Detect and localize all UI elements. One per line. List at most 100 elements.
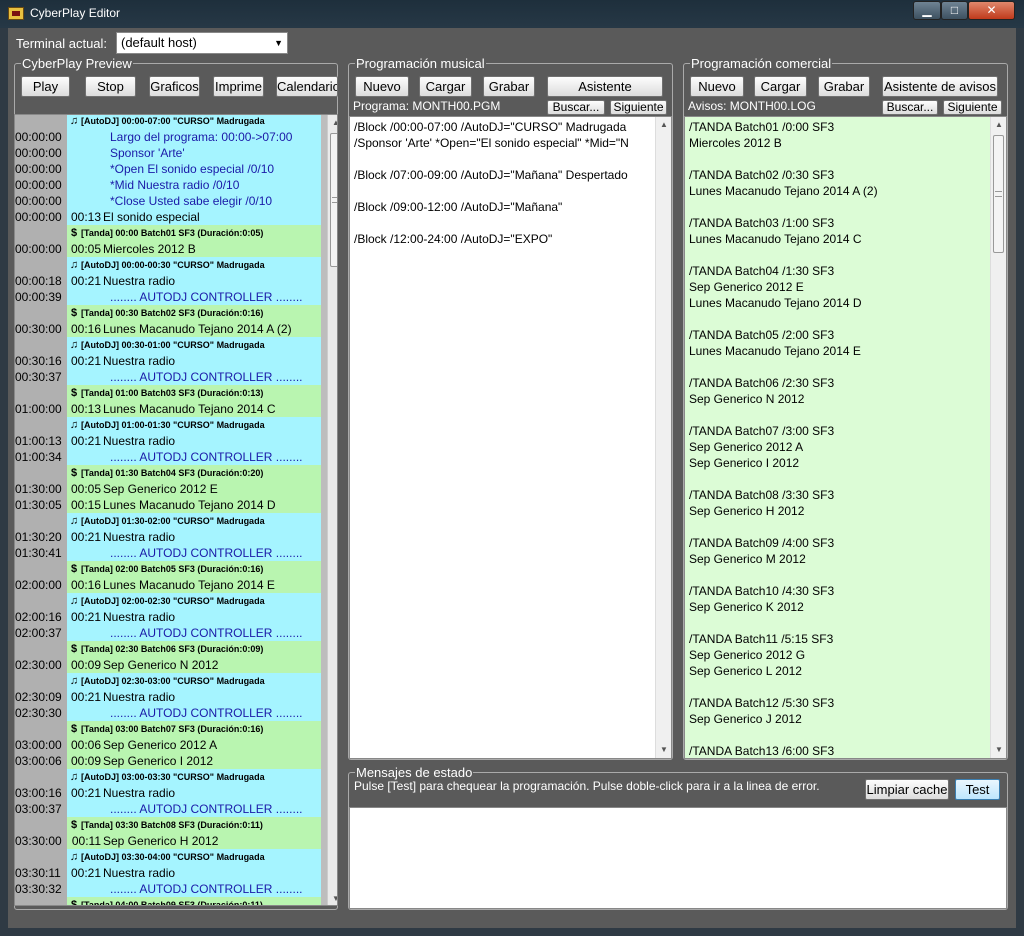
preview-row[interactable]: 03:00:16 00:21 Nuestra radio <box>15 785 321 801</box>
preview-row[interactable]: 02:30:00 00:09 Sep Generico N 2012 <box>15 657 321 673</box>
preview-scrollbar[interactable]: ▲ ▼ <box>327 115 337 905</box>
preview-row[interactable]: 03:30:11 00:21 Nuestra radio <box>15 865 321 881</box>
row-info-text: Largo del programa: 00:00->07:00 <box>110 130 293 144</box>
preview-row[interactable]: 01:00:00 00:13 Lunes Macanudo Tejano 2014 … <box>15 401 321 417</box>
preview-row[interactable]: 01:00:34 ........ AUTODJ CONTROLLER .....… <box>15 449 321 465</box>
comercial-cargar-button[interactable]: Cargar <box>754 76 807 97</box>
preview-block-header[interactable]: $ [Tanda] 03:00 Batch07 SF3 (Duración:0:1… <box>15 721 321 737</box>
row-time: 00:00:00 <box>15 161 67 177</box>
comercial-grabar-button[interactable]: Grabar <box>818 76 870 97</box>
scroll-down-icon[interactable]: ▼ <box>656 742 671 758</box>
musical-editor[interactable]: /Block /00:00-07:00 /AutoDJ="CURSO" Madr… <box>349 116 672 759</box>
preview-row[interactable]: 00:00:18 00:21 Nuestra radio <box>15 273 321 289</box>
comercial-scroll-thumb[interactable] <box>993 135 1004 253</box>
preview-row[interactable]: 03:00:06 00:09 Sep Generico I 2012 <box>15 753 321 769</box>
imprime-button[interactable]: Imprime <box>213 76 264 97</box>
preview-block-header[interactable]: ♫ [AutoDJ] 03:30-04:00 "CURSO" Madrugada <box>15 849 321 865</box>
preview-block-header[interactable]: ♫ [AutoDJ] 00:00-07:00 "CURSO" Madrugada <box>15 115 321 129</box>
row-time: 01:30:05 <box>15 497 67 513</box>
minimize-button[interactable]: ▁ <box>913 1 941 20</box>
preview-block-header[interactable]: $ [Tanda] 03:30 Batch08 SF3 (Duración:0:1… <box>15 817 321 833</box>
musical-scrollbar[interactable]: ▲ ▼ <box>655 117 671 758</box>
preview-row[interactable]: 01:30:41 ........ AUTODJ CONTROLLER .....… <box>15 545 321 561</box>
row-time: 01:00:00 <box>15 401 67 417</box>
preview-row[interactable]: 00:00:00 00:13 El sonido especial <box>15 209 321 225</box>
terminal-select[interactable]: (default host) ▼ <box>116 32 288 54</box>
musical-asistente-button[interactable]: Asistente <box>547 76 663 97</box>
test-button[interactable]: Test <box>955 779 1000 800</box>
preview-row[interactable]: 00:00:00 *Mid Nuestra radio /0/10 <box>15 177 321 193</box>
preview-row[interactable]: 03:30:00 00:11 Sep Generico H 2012 <box>15 833 321 849</box>
preview-row[interactable]: 02:00:16 00:21 Nuestra radio <box>15 609 321 625</box>
preview-row[interactable]: 03:00:00 00:06 Sep Generico 2012 A <box>15 737 321 753</box>
calendario-button[interactable]: Calendario <box>276 76 338 97</box>
preview-row[interactable]: 00:30:37 ........ AUTODJ CONTROLLER .....… <box>15 369 321 385</box>
stop-button[interactable]: Stop <box>85 76 136 97</box>
preview-row[interactable]: 00:30:16 00:21 Nuestra radio <box>15 353 321 369</box>
preview-row[interactable]: 00:00:00 Largo del programa: 00:00->07:00 <box>15 129 321 145</box>
preview-block-header[interactable]: ♫ [AutoDJ] 02:00-02:30 "CURSO" Madrugada <box>15 593 321 609</box>
scroll-down-icon[interactable]: ▼ <box>328 891 337 905</box>
comercial-scrollbar[interactable]: ▲ ▼ <box>990 117 1006 758</box>
preview-list[interactable]: ♫ [AutoDJ] 00:00-07:00 "CURSO" Madrugada 0… <box>14 114 338 906</box>
musical-siguiente-button[interactable]: Siguiente <box>610 100 667 115</box>
preview-row[interactable]: 01:00:13 00:21 Nuestra radio <box>15 433 321 449</box>
preview-block-header[interactable]: ♫ [AutoDJ] 02:30-03:00 "CURSO" Madrugada <box>15 673 321 689</box>
preview-block-header[interactable]: $ [Tanda] 02:30 Batch06 SF3 (Duración:0:0… <box>15 641 321 657</box>
preview-row[interactable]: 03:00:37 ........ AUTODJ CONTROLLER .....… <box>15 801 321 817</box>
close-button[interactable]: ✕ <box>968 1 1015 20</box>
preview-row[interactable]: 00:00:00 *Close Usted sabe elegir /0/10 <box>15 193 321 209</box>
preview-block-header[interactable]: $ [Tanda] 00:30 Batch02 SF3 (Duración:0:1… <box>15 305 321 321</box>
preview-block-header[interactable]: ♫ [AutoDJ] 03:00-03:30 "CURSO" Madrugada <box>15 769 321 785</box>
musical-buscar-button[interactable]: Buscar... <box>547 100 605 115</box>
preview-block-header[interactable]: $ [Tanda] 04:00 Batch09 SF3 (Duración:0:1… <box>15 897 321 906</box>
preview-row[interactable]: 01:30:20 00:21 Nuestra radio <box>15 529 321 545</box>
musical-nuevo-button[interactable]: Nuevo <box>355 76 409 97</box>
preview-block-header[interactable]: ♫ [AutoDJ] 00:00-00:30 "CURSO" Madrugada <box>15 257 321 273</box>
preview-row[interactable]: 01:30:00 00:05 Sep Generico 2012 E <box>15 481 321 497</box>
comercial-siguiente-button[interactable]: Siguiente <box>943 100 1002 115</box>
comercial-nuevo-button[interactable]: Nuevo <box>690 76 744 97</box>
editor-line: /Block /12:00-24:00 /AutoDJ="EXPO" <box>354 232 553 246</box>
scroll-down-icon[interactable]: ▼ <box>991 742 1006 758</box>
preview-block-header[interactable]: ♫ [AutoDJ] 00:30-01:00 "CURSO" Madrugada <box>15 337 321 353</box>
preview-scroll-thumb[interactable] <box>330 133 337 267</box>
row-time <box>15 673 67 689</box>
preview-row[interactable]: 02:30:30 ........ AUTODJ CONTROLLER .....… <box>15 705 321 721</box>
preview-row[interactable]: 03:30:32 ........ AUTODJ CONTROLLER .....… <box>15 881 321 897</box>
preview-row[interactable]: 02:00:00 00:16 Lunes Macanudo Tejano 2014 … <box>15 577 321 593</box>
graficos-button[interactable]: Graficos <box>149 76 200 97</box>
scroll-up-icon[interactable]: ▲ <box>656 117 671 133</box>
preview-row[interactable]: 02:30:09 00:21 Nuestra radio <box>15 689 321 705</box>
row-body: 00:09 Sep Generico N 2012 <box>67 657 321 673</box>
preview-row[interactable]: 00:00:00 Sponsor 'Arte' <box>15 145 321 161</box>
musical-grabar-button[interactable]: Grabar <box>483 76 535 97</box>
maximize-button[interactable]: □ <box>941 1 968 20</box>
preview-row[interactable]: 02:00:37 ........ AUTODJ CONTROLLER .....… <box>15 625 321 641</box>
musical-cargar-button[interactable]: Cargar <box>419 76 472 97</box>
preview-row[interactable]: 01:30:05 00:15 Lunes Macanudo Tejano 2014 … <box>15 497 321 513</box>
scroll-up-icon[interactable]: ▲ <box>991 117 1006 133</box>
preview-block-header[interactable]: $ [Tanda] 02:00 Batch05 SF3 (Duración:0:1… <box>15 561 321 577</box>
comercial-buscar-button[interactable]: Buscar... <box>882 100 938 115</box>
preview-block-header[interactable]: ♫ [AutoDJ] 01:00-01:30 "CURSO" Madrugada <box>15 417 321 433</box>
preview-block-header[interactable]: $ [Tanda] 00:00 Batch01 SF3 (Duración:0:0… <box>15 225 321 241</box>
row-duration: 00:21 <box>70 866 101 880</box>
row-time: 00:00:00 <box>15 129 67 145</box>
play-button[interactable]: Play <box>21 76 70 97</box>
limpiar-cache-button[interactable]: Limpiar cache <box>865 779 949 800</box>
preview-block-header[interactable]: $ [Tanda] 01:00 Batch03 SF3 (Duración:0:1… <box>15 385 321 401</box>
status-messages[interactable] <box>349 807 1007 909</box>
comercial-editor[interactable]: /TANDA Batch01 /0:00 SF3 Miercoles 2012 B… <box>684 116 1007 759</box>
row-header-text: [Tanda] 04:00 Batch09 SF3 (Duración:0:11… <box>81 900 263 906</box>
preview-row[interactable]: 00:00:39 ........ AUTODJ CONTROLLER .....… <box>15 289 321 305</box>
preview-block-header[interactable]: $ [Tanda] 01:30 Batch04 SF3 (Duración:0:2… <box>15 465 321 481</box>
scroll-up-icon[interactable]: ▲ <box>328 115 337 131</box>
preview-row[interactable]: 00:00:00 *Open El sonido especial /0/10 <box>15 161 321 177</box>
asistente-avisos-button[interactable]: Asistente de avisos <box>882 76 998 97</box>
preview-row[interactable]: 00:30:00 00:16 Lunes Macanudo Tejano 2014 … <box>15 321 321 337</box>
preview-block-header[interactable]: ♫ [AutoDJ] 01:30-02:00 "CURSO" Madrugada <box>15 513 321 529</box>
preview-row[interactable]: 00:00:00 00:05 Miercoles 2012 B <box>15 241 321 257</box>
title-bar[interactable]: CyberPlay Editor ▁ □ ✕ <box>0 0 1024 28</box>
